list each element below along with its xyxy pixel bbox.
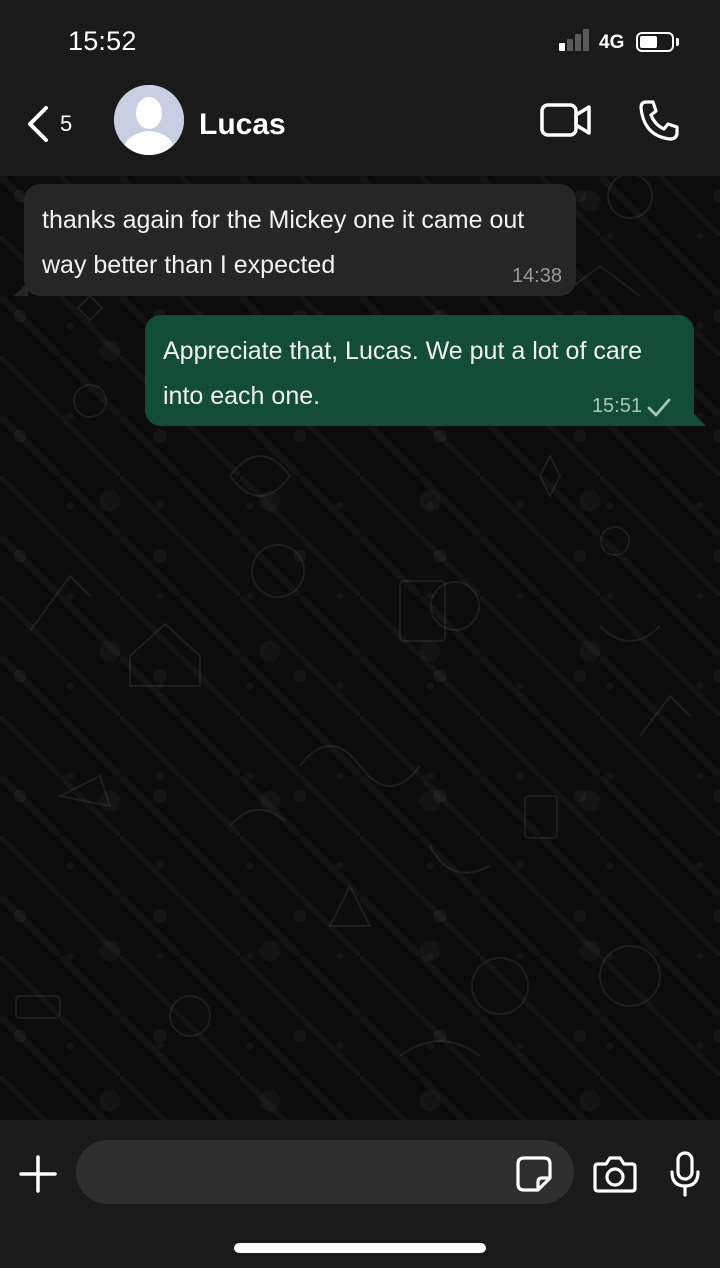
battery-icon	[636, 32, 674, 52]
signal-strength-icon	[559, 29, 591, 51]
sticker-icon	[516, 1156, 552, 1192]
home-indicator[interactable]	[234, 1243, 486, 1253]
unread-count: 5	[60, 111, 73, 136]
message-input[interactable]	[76, 1140, 574, 1204]
network-type: 4G	[599, 32, 625, 53]
video-call-button[interactable]	[538, 100, 594, 140]
message-timestamp: 14:38	[511, 265, 562, 287]
plus-icon	[19, 1155, 57, 1193]
incoming-message-bubble[interactable]: thanks again for the Mickey one it came …	[14, 184, 576, 296]
sticker-button[interactable]	[514, 1154, 554, 1194]
voice-message-button[interactable]	[668, 1150, 702, 1198]
outgoing-message-bubble[interactable]: Appreciate that, Lucas. We put a lot of …	[145, 315, 706, 426]
attach-button[interactable]	[18, 1154, 58, 1194]
microphone-icon	[670, 1151, 700, 1197]
voice-call-button[interactable]	[636, 98, 682, 142]
contact-name[interactable]: Lucas	[199, 108, 286, 142]
chevron-left-icon	[28, 106, 48, 142]
battery-level	[640, 36, 657, 48]
message-composer	[0, 1120, 720, 1268]
status-time: 15:52	[68, 26, 137, 56]
chat-header: 5 Lucas	[0, 84, 720, 176]
camera-button[interactable]	[592, 1154, 638, 1194]
contact-avatar[interactable]	[114, 85, 184, 155]
message-timestamp: 15:51	[591, 395, 642, 417]
message-text: thanks again for the Mickey one it came …	[42, 206, 525, 279]
back-button[interactable]: 5	[24, 96, 94, 152]
checkmark-icon	[647, 398, 671, 417]
status-bar: 15:52 4G	[0, 0, 720, 84]
default-avatar-icon	[114, 85, 184, 155]
battery-tip	[676, 38, 679, 46]
phone-icon	[639, 100, 679, 141]
video-camera-icon	[540, 103, 591, 137]
camera-icon	[593, 1156, 637, 1193]
